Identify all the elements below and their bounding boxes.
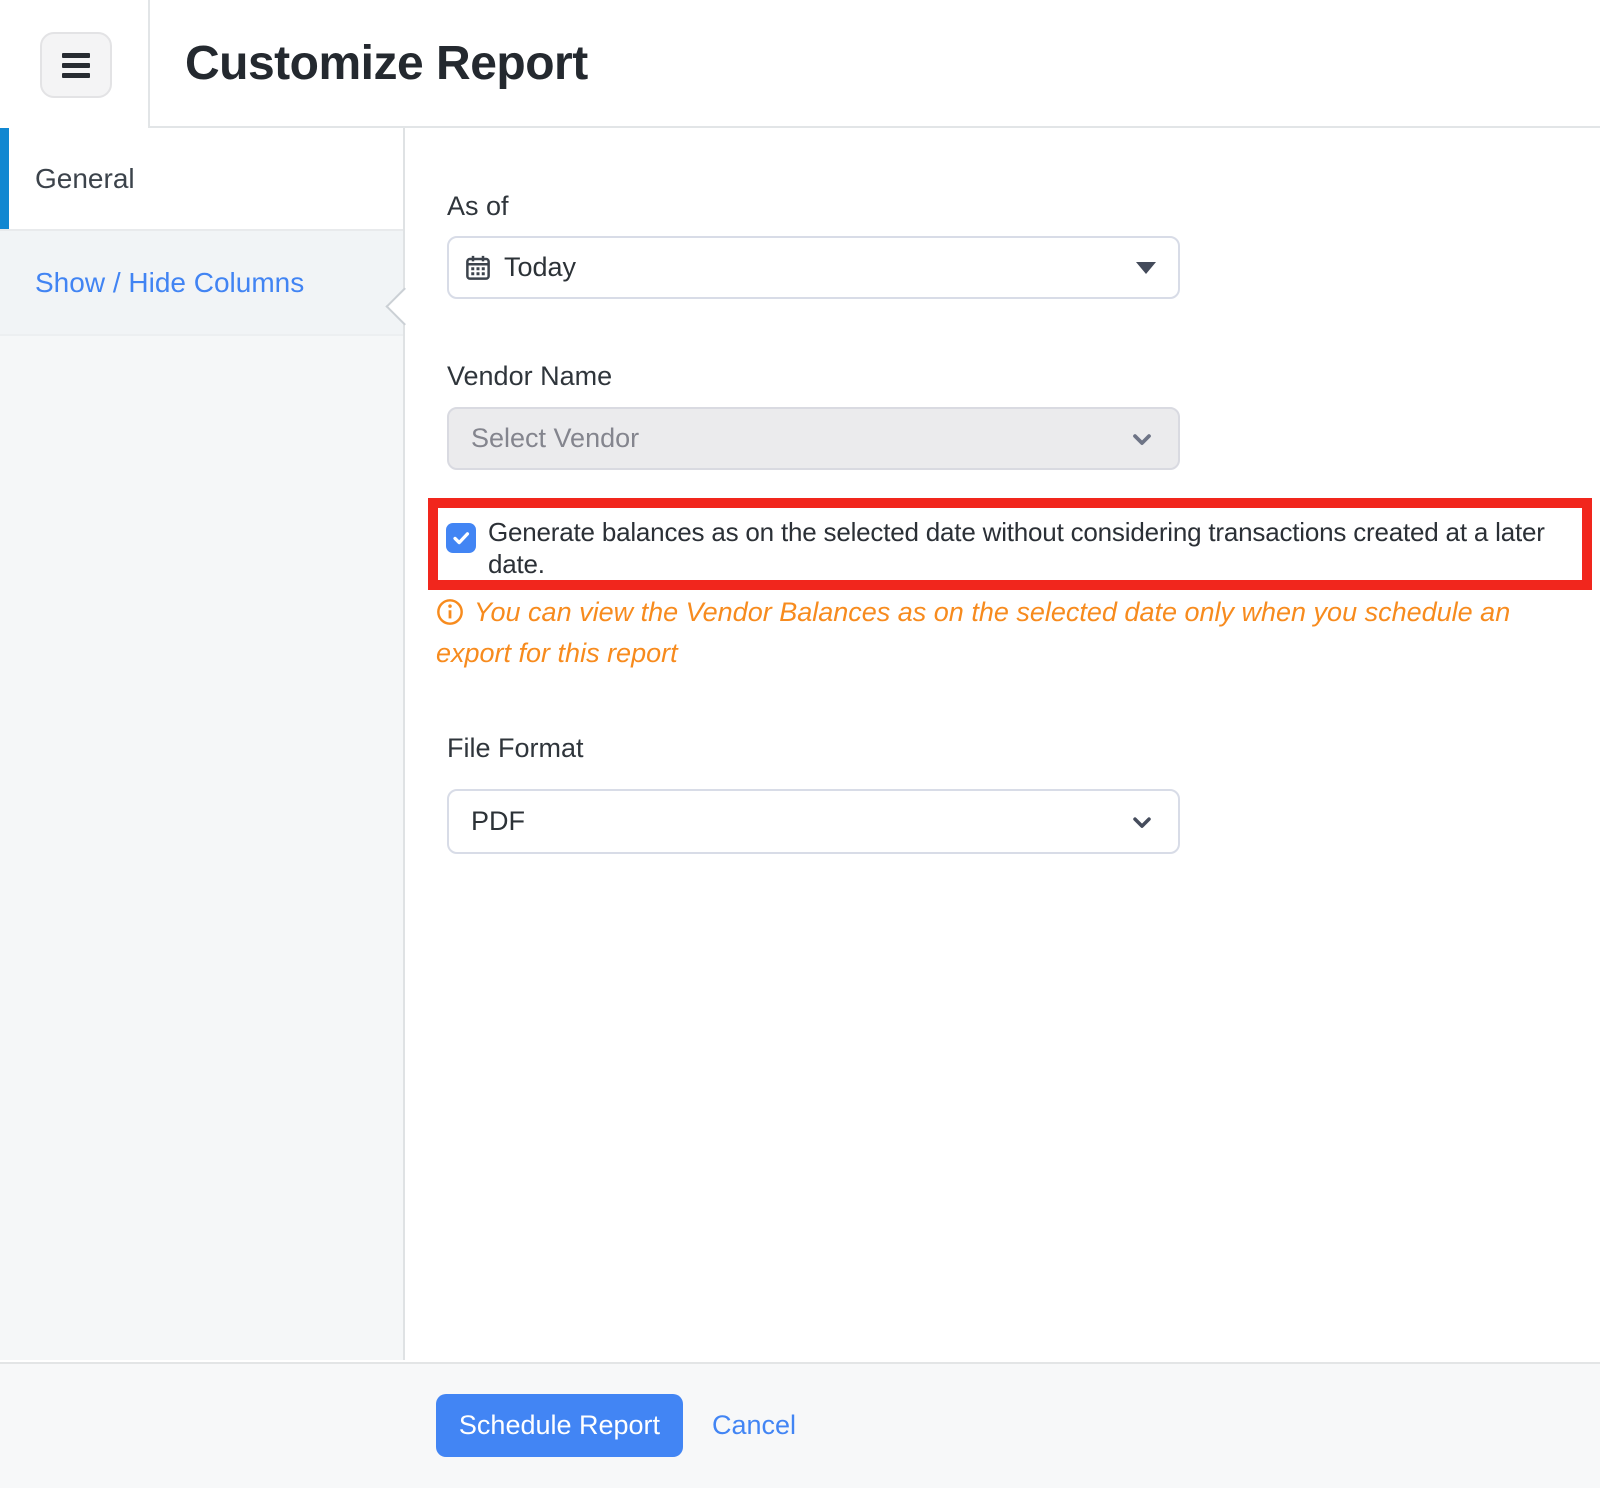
schedule-export-note: You can view the Vendor Balances as on t… (436, 592, 1536, 674)
cancel-button[interactable]: Cancel (712, 1394, 796, 1457)
sidebar-item-label: General (35, 163, 135, 195)
vendor-select[interactable]: Select Vendor (447, 407, 1180, 470)
caret-down-icon (1136, 262, 1156, 274)
sidebar: General Show / Hide Columns (0, 128, 405, 1360)
vendor-placeholder: Select Vendor (471, 423, 639, 454)
as-of-value: Today (504, 252, 576, 283)
header: Customize Report (150, 0, 1600, 128)
menu-button[interactable] (40, 32, 112, 98)
file-format-label: File Format (447, 733, 584, 764)
checkmark-icon (450, 527, 472, 549)
highlight-red-box: Generate balances as on the selected dat… (428, 498, 1592, 590)
generate-balances-checkbox[interactable] (446, 523, 476, 553)
chevron-down-icon (1128, 808, 1156, 836)
schedule-report-button[interactable]: Schedule Report (436, 1394, 683, 1457)
info-icon (436, 598, 464, 626)
sidebar-item-show-hide-columns[interactable]: Show / Hide Columns (0, 231, 405, 336)
active-tab-indicator (0, 128, 9, 229)
footer-bar: Schedule Report Cancel (0, 1362, 1600, 1488)
file-format-select[interactable]: PDF (447, 789, 1180, 854)
chevron-down-icon (1128, 425, 1156, 453)
vendor-name-label: Vendor Name (447, 361, 612, 392)
as-of-select[interactable]: Today (447, 236, 1180, 299)
file-format-value: PDF (471, 806, 525, 837)
header-left-block (0, 0, 150, 128)
sidebar-item-label: Show / Hide Columns (35, 267, 304, 299)
as-of-label: As of (447, 191, 509, 222)
customize-report-panel: Customize Report General Show / Hide Col… (0, 0, 1600, 1488)
generate-balances-label[interactable]: Generate balances as on the selected dat… (488, 508, 1582, 580)
page-title: Customize Report (185, 36, 588, 91)
sidebar-item-general[interactable]: General (0, 128, 405, 231)
calendar-icon (463, 253, 493, 283)
note-text: You can view the Vendor Balances as on t… (436, 597, 1510, 668)
